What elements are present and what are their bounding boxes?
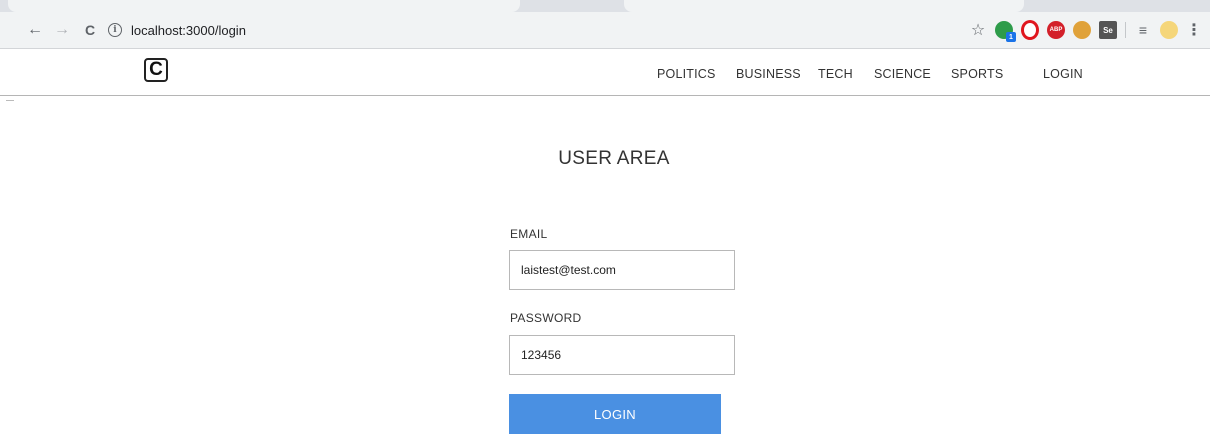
bookmark-star-icon[interactable]: ☆ (969, 20, 987, 40)
forward-icon[interactable]: → (52, 20, 72, 40)
selenium-icon[interactable]: Se (1099, 21, 1117, 39)
password-label: PASSWORD (510, 311, 582, 325)
opera-icon[interactable] (1021, 20, 1039, 40)
browser-menu-icon[interactable]: ⋮ (1186, 20, 1202, 40)
address-bar[interactable]: i localhost:3000/login (108, 18, 928, 42)
nav-politics[interactable]: POLITICS (657, 67, 716, 81)
site-header: C POLITICS BUSINESS TECH SCIENCE SPORTS … (0, 49, 1210, 96)
login-button[interactable]: LOGIN (509, 394, 721, 434)
adblock-plus-icon[interactable]: ABP (1047, 21, 1065, 39)
extensions-area: ☆ 1 ABP Se ≡ ⋮ (969, 20, 1202, 42)
browser-tab-strip (0, 0, 1210, 12)
browser-tab[interactable] (8, 0, 520, 12)
cookie-icon[interactable] (1073, 21, 1091, 39)
nav-business[interactable]: BUSINESS (736, 67, 801, 81)
browser-tab[interactable] (624, 0, 1024, 12)
back-icon[interactable]: ← (25, 20, 45, 40)
browser-toolbar: ← → C i localhost:3000/login ☆ 1 ABP Se … (0, 12, 1210, 49)
info-icon[interactable]: i (108, 23, 122, 37)
divider-mark (6, 100, 14, 101)
main-nav: POLITICS BUSINESS TECH SCIENCE SPORTS LO… (0, 67, 1210, 83)
green-extension-icon[interactable]: 1 (995, 21, 1016, 42)
reload-icon[interactable]: C (80, 20, 100, 40)
nav-login[interactable]: LOGIN (1043, 67, 1083, 81)
nav-science[interactable]: SCIENCE (874, 67, 931, 81)
email-field[interactable] (509, 250, 735, 290)
reading-list-icon[interactable]: ≡ (1134, 22, 1152, 38)
extension-badge: 1 (1006, 32, 1016, 42)
profile-avatar[interactable] (1160, 21, 1178, 39)
nav-tech[interactable]: TECH (818, 67, 853, 81)
nav-sports[interactable]: SPORTS (951, 67, 1003, 81)
toolbar-divider (1125, 22, 1126, 38)
password-field[interactable] (509, 335, 735, 375)
url-text: localhost:3000/login (131, 22, 246, 38)
email-label: EMAIL (510, 227, 548, 241)
page-title: USER AREA (558, 148, 670, 169)
